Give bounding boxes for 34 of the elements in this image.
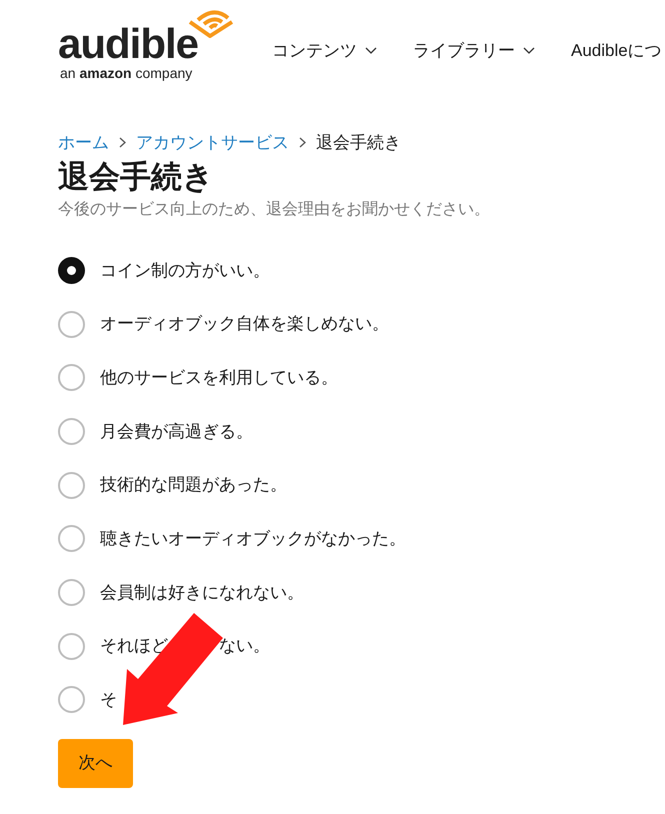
nav-menu[interactable]: コンテンツ [272, 38, 377, 64]
option-label: オーディオブック自体を楽しめない。 [100, 313, 389, 336]
radio-button[interactable] [58, 256, 85, 284]
page-subtitle: 今後のサービス向上のため、退会理由をお聞かせください。 [58, 200, 491, 220]
option-label: 技術的な問題があった。 [100, 474, 287, 496]
radio-button[interactable] [58, 472, 85, 499]
radio-button[interactable] [58, 578, 85, 606]
radio-button[interactable] [58, 364, 85, 392]
chevron-down-icon [365, 46, 377, 55]
option-label: ない。 [219, 635, 270, 658]
next-button[interactable]: 次へ [58, 738, 133, 788]
logo-wordmark: audible [58, 22, 198, 66]
radio-button[interactable] [58, 525, 85, 552]
option-label: 会員制は好きになれない。 [100, 582, 304, 604]
breadcrumb-current: 退会手続き [316, 132, 401, 154]
breadcrumb-link[interactable]: ホーム [58, 130, 109, 156]
option-label: 他のサービスを利用している。 [100, 366, 338, 389]
radio-button[interactable] [58, 632, 85, 660]
option-label: 月会費が高過ぎる。 [100, 420, 253, 443]
audible-logo[interactable]: audible an amazon company [58, 8, 238, 82]
logo-tagline: an amazon company [60, 66, 194, 80]
radio-button[interactable] [58, 686, 85, 714]
chevron-right-icon [119, 137, 126, 148]
nav-menu[interactable]: ライブラリー [413, 38, 535, 64]
option-label: そ [100, 689, 117, 712]
breadcrumb-link[interactable]: アカウントサービス [136, 130, 289, 156]
radio-button[interactable] [58, 310, 85, 338]
page-title: 退会手続き [58, 158, 215, 196]
option-label: 聴きたいオーディオブックがなかった。 [100, 528, 406, 550]
nav-menu[interactable]: Audibleにつ [571, 38, 662, 64]
chevron-down-icon [523, 46, 535, 55]
option-label: コイン制の方がいい。 [100, 260, 270, 282]
chevron-right-icon [299, 137, 306, 148]
radio-button[interactable] [58, 418, 85, 445]
